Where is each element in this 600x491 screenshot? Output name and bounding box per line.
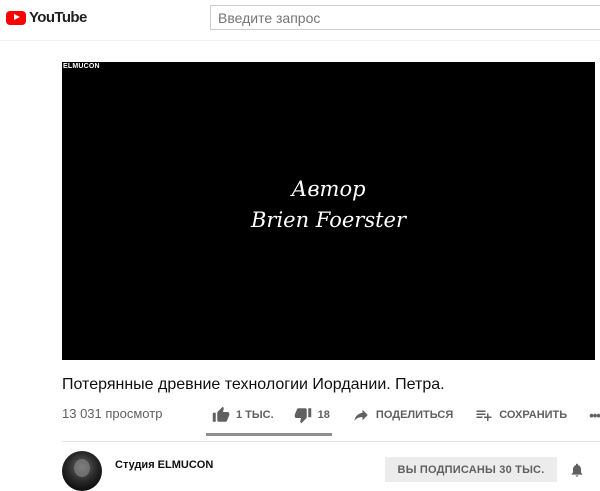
channel-avatar[interactable] <box>62 451 102 491</box>
like-count: 1 ТЫС. <box>236 409 274 421</box>
save-label: СОХРАНИТЬ <box>499 409 568 421</box>
video-watermark: ELMUCON <box>63 63 100 70</box>
avatar-image <box>74 459 90 477</box>
channel-name[interactable]: Студия ELMUCON <box>115 459 213 471</box>
section-divider <box>62 441 600 442</box>
thumb-up-icon <box>212 406 230 422</box>
overlay-line-author: Автор <box>291 177 366 201</box>
search-box[interactable] <box>210 5 600 30</box>
masthead-divider <box>0 40 600 41</box>
thumb-down-icon <box>294 408 311 424</box>
playlist-add-icon <box>476 410 492 421</box>
overlay-line-name: Brien Foerster <box>250 208 407 232</box>
like-button[interactable]: 1 ТЫС. <box>212 406 274 424</box>
bell-icon <box>571 463 583 477</box>
youtube-logo[interactable]: YouTube <box>6 9 87 26</box>
share-button[interactable]: ПОДЕЛИТЬСЯ <box>352 406 453 424</box>
like-dislike-ratio-bar <box>206 433 332 436</box>
masthead: YouTube <box>0 0 600 40</box>
dislike-count: 18 <box>317 409 330 421</box>
dislike-button[interactable]: 18 <box>294 406 330 424</box>
share-label: ПОДЕЛИТЬСЯ <box>375 409 454 421</box>
video-overlay-text: Автор Brien Foerster <box>62 174 595 236</box>
more-icon: ••• <box>589 407 600 423</box>
view-count: 13 031 просмотр <box>62 406 163 421</box>
subscribe-button[interactable]: ВЫ ПОДПИСАНЫ 30 ТЫС. <box>385 457 557 482</box>
video-player[interactable]: ELMUCON Автор Brien Foerster <box>62 62 595 360</box>
logo-text: YouTube <box>29 9 87 26</box>
video-actions: 1 ТЫС. 18 ПОДЕЛИТЬСЯ СОХРАНИТЬ ••• <box>212 404 600 426</box>
more-actions-button[interactable]: ••• <box>589 408 600 423</box>
youtube-logo-icon <box>6 10 26 25</box>
notification-bell-button[interactable] <box>569 462 585 478</box>
search-input[interactable] <box>211 6 600 29</box>
save-button[interactable]: СОХРАНИТЬ <box>475 406 567 424</box>
video-title: Потерянные древние технологии Иордании. … <box>62 376 445 393</box>
like-ratio-fill <box>206 433 330 436</box>
share-icon <box>354 409 368 421</box>
